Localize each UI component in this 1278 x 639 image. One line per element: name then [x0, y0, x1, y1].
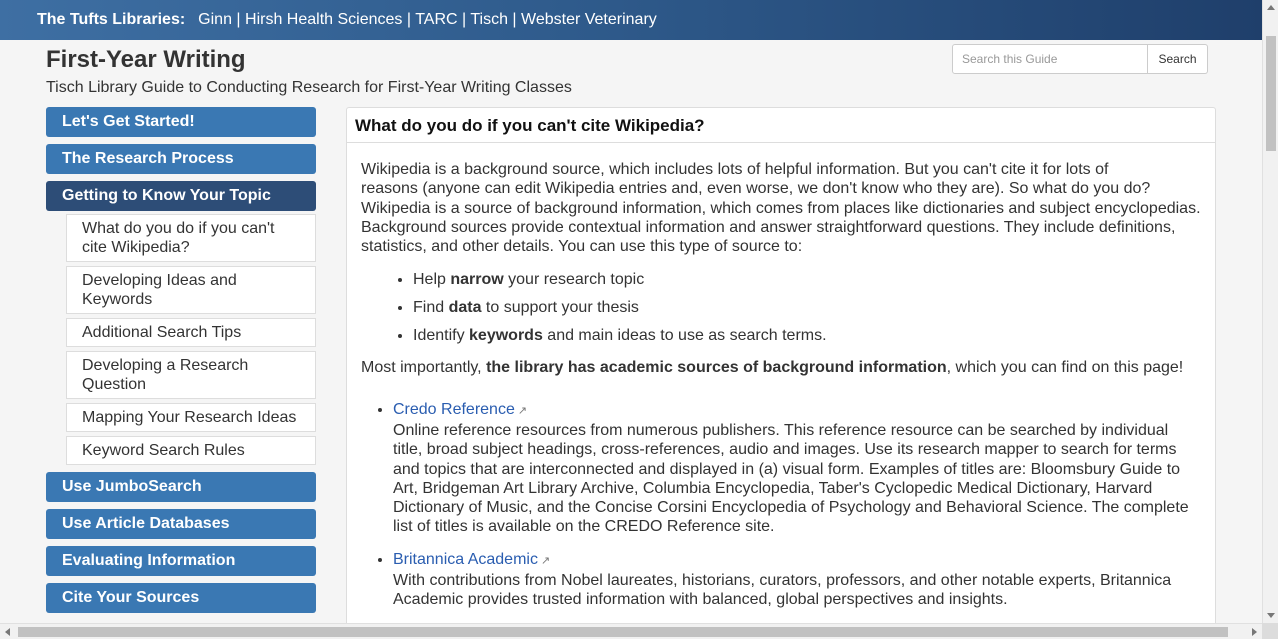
- guide-nav: Let's Get Started! The Research Process …: [46, 107, 316, 620]
- library-link-ginn[interactable]: Ginn: [198, 11, 232, 28]
- text: and main ideas to use as search terms.: [542, 327, 827, 345]
- use-list: Help narrow your research topic Find dat…: [413, 270, 1201, 345]
- external-link-icon: ↗: [540, 554, 551, 567]
- resource-link-britannica[interactable]: Britannica Academic: [393, 551, 538, 568]
- scrollbar-thumb[interactable]: [1266, 36, 1276, 151]
- bold-text: keywords: [469, 327, 543, 345]
- resource-item: Credo Reference↗ Online reference resour…: [393, 400, 1201, 537]
- resource-list: Credo Reference↗ Online reference resour…: [393, 400, 1201, 610]
- important-paragraph: Most importantly, the library has academ…: [361, 358, 1201, 377]
- content-panel: What do you do if you can't cite Wikiped…: [346, 107, 1216, 627]
- subnav-item-research-question[interactable]: Developing a Research Question: [66, 351, 316, 399]
- nav-item-jumbosearch[interactable]: Use JumboSearch: [46, 472, 316, 502]
- vertical-scrollbar[interactable]: [1262, 0, 1278, 623]
- bold-text: the library has academic sources of back…: [486, 359, 947, 377]
- separator: |: [402, 11, 416, 28]
- subnav-item-keyword-rules[interactable]: Keyword Search Rules: [66, 436, 316, 465]
- intro-line-1: Wikipedia is a background source, which …: [361, 161, 1109, 178]
- bold-text: narrow: [450, 271, 504, 289]
- list-item: Find data to support your thesis: [413, 298, 1201, 317]
- nav-item-evaluating-information[interactable]: Evaluating Information: [46, 546, 316, 576]
- subnav-item-wikipedia[interactable]: What do you do if you can't cite Wikiped…: [66, 214, 316, 262]
- guide-search: Search: [952, 44, 1208, 74]
- text: , which you can find on this page!: [946, 359, 1184, 377]
- subnav: What do you do if you can't cite Wikiped…: [66, 214, 316, 465]
- libraries-bar: The Tufts Libraries: Ginn | Hirsh Health…: [0, 0, 1262, 40]
- panel-body: Wikipedia is a background source, which …: [347, 143, 1215, 610]
- separator: |: [231, 11, 246, 28]
- nav-item-research-process[interactable]: The Research Process: [46, 144, 316, 174]
- list-item: Identify keywords and main ideas to use …: [413, 326, 1201, 345]
- nav-item-getting-to-know-topic[interactable]: Getting to Know Your Topic: [46, 181, 316, 211]
- guide-subtitle: Tisch Library Guide to Conducting Resear…: [46, 79, 572, 96]
- nav-item-cite-sources[interactable]: Cite Your Sources: [46, 583, 316, 613]
- library-link-hirsh[interactable]: Hirsh Health Sciences: [245, 11, 402, 28]
- subnav-item-mapping-ideas[interactable]: Mapping Your Research Ideas: [66, 403, 316, 432]
- horizontal-scrollbar[interactable]: [0, 623, 1262, 639]
- subnav-item-search-tips[interactable]: Additional Search Tips: [66, 318, 316, 347]
- nav-item-lets-get-started[interactable]: Let's Get Started!: [46, 107, 316, 137]
- libraries-lead: The Tufts Libraries:: [37, 11, 186, 28]
- scroll-up-icon[interactable]: [1267, 5, 1275, 10]
- intro-paragraph: Wikipedia is a background source, which …: [361, 160, 1201, 256]
- search-button[interactable]: Search: [1148, 44, 1208, 74]
- text: Find: [413, 299, 449, 317]
- resource-link-credo[interactable]: Credo Reference: [393, 401, 515, 418]
- external-link-icon: ↗: [517, 404, 528, 417]
- text: Most importantly,: [361, 359, 487, 377]
- text: Identify: [413, 327, 470, 345]
- resource-description: Online reference resources from numerous…: [393, 421, 1189, 536]
- library-link-webster[interactable]: Webster Veterinary: [521, 11, 657, 28]
- intro-line-2: reasons (anyone can edit Wikipedia entri…: [361, 180, 1201, 256]
- list-item: Help narrow your research topic: [413, 270, 1201, 289]
- scrollbar-corner: [1262, 623, 1278, 639]
- guide-title[interactable]: First-Year Writing: [46, 46, 246, 74]
- text: Help: [413, 271, 451, 289]
- subnav-item-ideas-keywords[interactable]: Developing Ideas and Keywords: [66, 266, 316, 314]
- resource-item: Britannica Academic↗ With contributions …: [393, 550, 1201, 610]
- scroll-left-icon[interactable]: [5, 628, 10, 636]
- text: to support your thesis: [481, 299, 639, 317]
- separator: |: [507, 11, 522, 28]
- scroll-down-icon[interactable]: [1267, 613, 1275, 618]
- nav-item-article-databases[interactable]: Use Article Databases: [46, 509, 316, 539]
- library-link-tisch[interactable]: Tisch: [470, 11, 508, 28]
- panel-heading: What do you do if you can't cite Wikiped…: [347, 108, 1215, 143]
- scroll-right-icon[interactable]: [1252, 628, 1257, 636]
- scrollbar-thumb[interactable]: [18, 627, 1228, 637]
- resource-description: With contributions from Nobel laureates,…: [393, 572, 1172, 609]
- search-input[interactable]: [952, 44, 1148, 74]
- library-link-tarc[interactable]: TARC: [415, 11, 457, 28]
- libraries-links: Ginn | Hirsh Health Sciences | TARC | Ti…: [198, 11, 657, 29]
- separator: |: [457, 11, 471, 28]
- bold-text: data: [448, 299, 482, 317]
- text: your research topic: [503, 271, 645, 289]
